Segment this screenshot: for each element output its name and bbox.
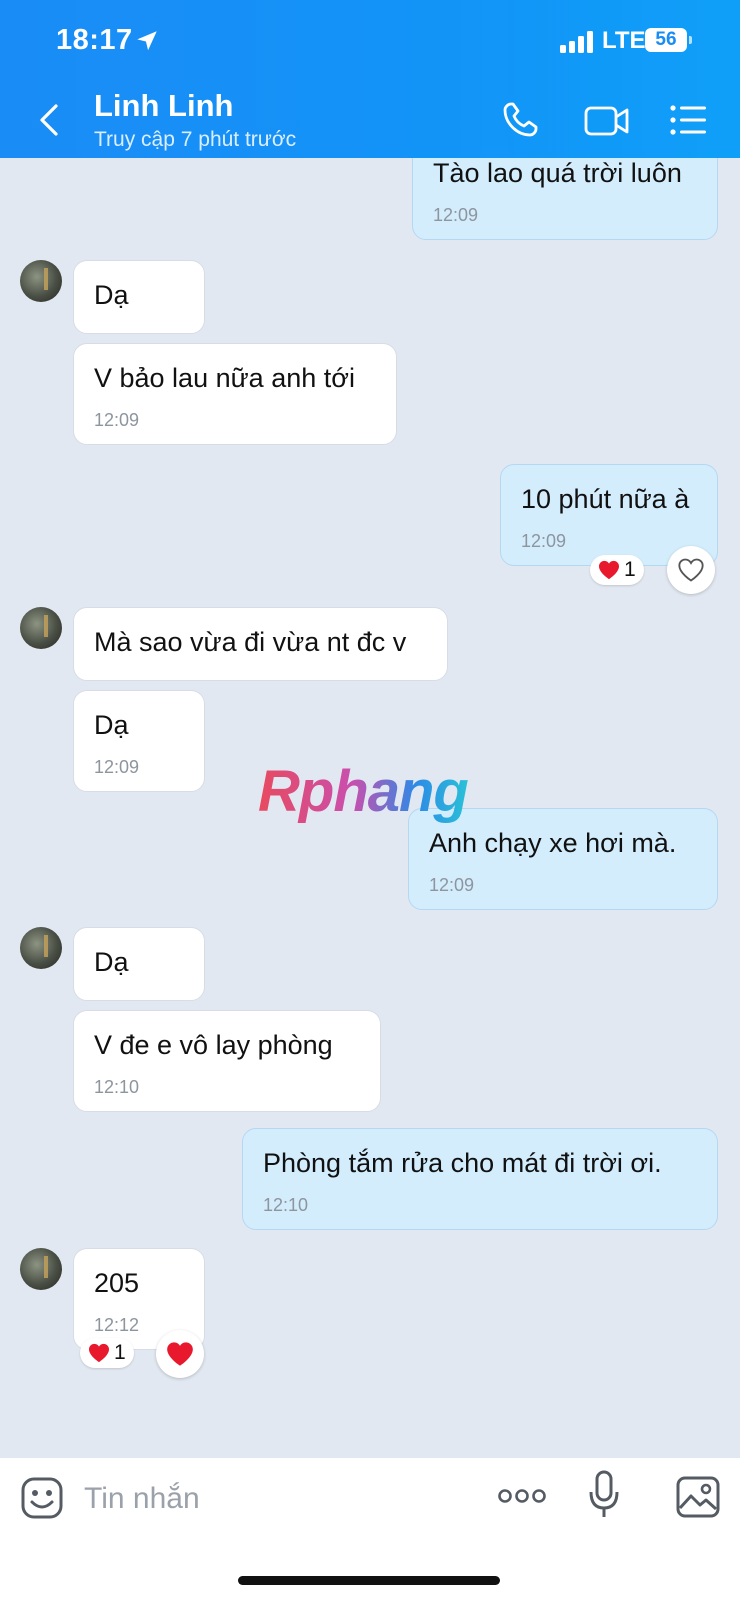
- message-text: Anh chạy xe hơi mà.: [429, 828, 677, 858]
- message-time: 12:10: [263, 1195, 309, 1215]
- contact-name[interactable]: Linh Linh: [94, 88, 233, 124]
- reaction-summary[interactable]: 1: [80, 1338, 134, 1368]
- message-bubble-incoming[interactable]: Dạ 12:09: [73, 690, 205, 792]
- menu-icon[interactable]: [668, 100, 708, 140]
- contact-avatar[interactable]: [20, 260, 62, 302]
- reaction-count: 1: [624, 558, 636, 581]
- heart-outline-icon: [678, 558, 704, 582]
- video-call-icon[interactable]: [584, 100, 630, 140]
- sticker-icon[interactable]: [20, 1476, 64, 1520]
- chat-header: 18:17 LTE 56 Linh Linh Truy cập 7 phút t…: [0, 0, 740, 158]
- message-bubble-incoming[interactable]: Dạ: [73, 927, 205, 1001]
- location-arrow-icon: [137, 31, 157, 51]
- status-time: 18:17: [56, 24, 133, 56]
- contact-avatar[interactable]: [20, 607, 62, 649]
- react-button[interactable]: [667, 546, 715, 594]
- heart-icon: [167, 1342, 193, 1366]
- message-bubble-incoming[interactable]: V đe e vô lay phòng 12:10: [73, 1010, 381, 1112]
- message-bubble-outgoing[interactable]: Phòng tắm rửa cho mát đi trời ơi. 12:10: [242, 1128, 718, 1230]
- battery-level: 56: [655, 29, 677, 50]
- heart-icon: [599, 560, 619, 580]
- signal-icon: [560, 31, 593, 53]
- message-time: 12:09: [94, 410, 140, 430]
- message-text: 10 phút nữa à: [521, 484, 690, 514]
- message-bubble-incoming[interactable]: Mà sao vừa đi vừa nt đc v: [73, 607, 448, 681]
- microphone-icon[interactable]: [588, 1470, 620, 1520]
- message-bubble-outgoing[interactable]: Tào lao quá trời luôn 12:09: [412, 158, 718, 240]
- message-text: Dạ: [94, 947, 129, 977]
- network-label: LTE: [602, 27, 646, 54]
- message-time: 12:09: [521, 531, 567, 551]
- contact-avatar[interactable]: [20, 927, 62, 969]
- back-icon[interactable]: [30, 100, 70, 140]
- react-button[interactable]: [156, 1330, 204, 1378]
- message-time: 12:09: [433, 205, 479, 225]
- message-input-bar: [0, 1458, 740, 1600]
- message-time: 12:10: [94, 1077, 140, 1097]
- message-text: Tào lao quá trời luôn: [433, 158, 682, 188]
- message-time: 12:09: [429, 875, 475, 895]
- watermark-logo: Rphang: [258, 759, 469, 824]
- message-text: Dạ: [94, 280, 129, 310]
- message-time: 12:09: [94, 757, 140, 777]
- reaction-summary[interactable]: 1: [590, 555, 644, 585]
- heart-icon: [89, 1343, 109, 1363]
- message-bubble-incoming[interactable]: V bảo lau nữa anh tới 12:09: [73, 343, 397, 445]
- message-text: Mà sao vừa đi vừa nt đc v: [94, 627, 407, 657]
- message-text: Phòng tắm rửa cho mát đi trời ơi.: [263, 1148, 662, 1178]
- message-bubble-incoming[interactable]: Dạ: [73, 260, 205, 334]
- home-indicator: [238, 1576, 500, 1585]
- message-text: V bảo lau nữa anh tới: [94, 363, 355, 393]
- message-text: 205: [94, 1268, 140, 1298]
- message-text: Dạ: [94, 710, 129, 740]
- message-input[interactable]: [82, 1472, 466, 1526]
- reaction-count: 1: [114, 1341, 126, 1364]
- image-icon[interactable]: [676, 1476, 720, 1518]
- message-text: V đe e vô lay phòng: [94, 1030, 333, 1060]
- contact-last-seen: Truy cập 7 phút trước: [94, 128, 297, 151]
- more-icon[interactable]: [498, 1486, 546, 1506]
- contact-avatar[interactable]: [20, 1248, 62, 1290]
- phone-icon[interactable]: [500, 100, 540, 140]
- battery-icon: 56: [645, 28, 693, 52]
